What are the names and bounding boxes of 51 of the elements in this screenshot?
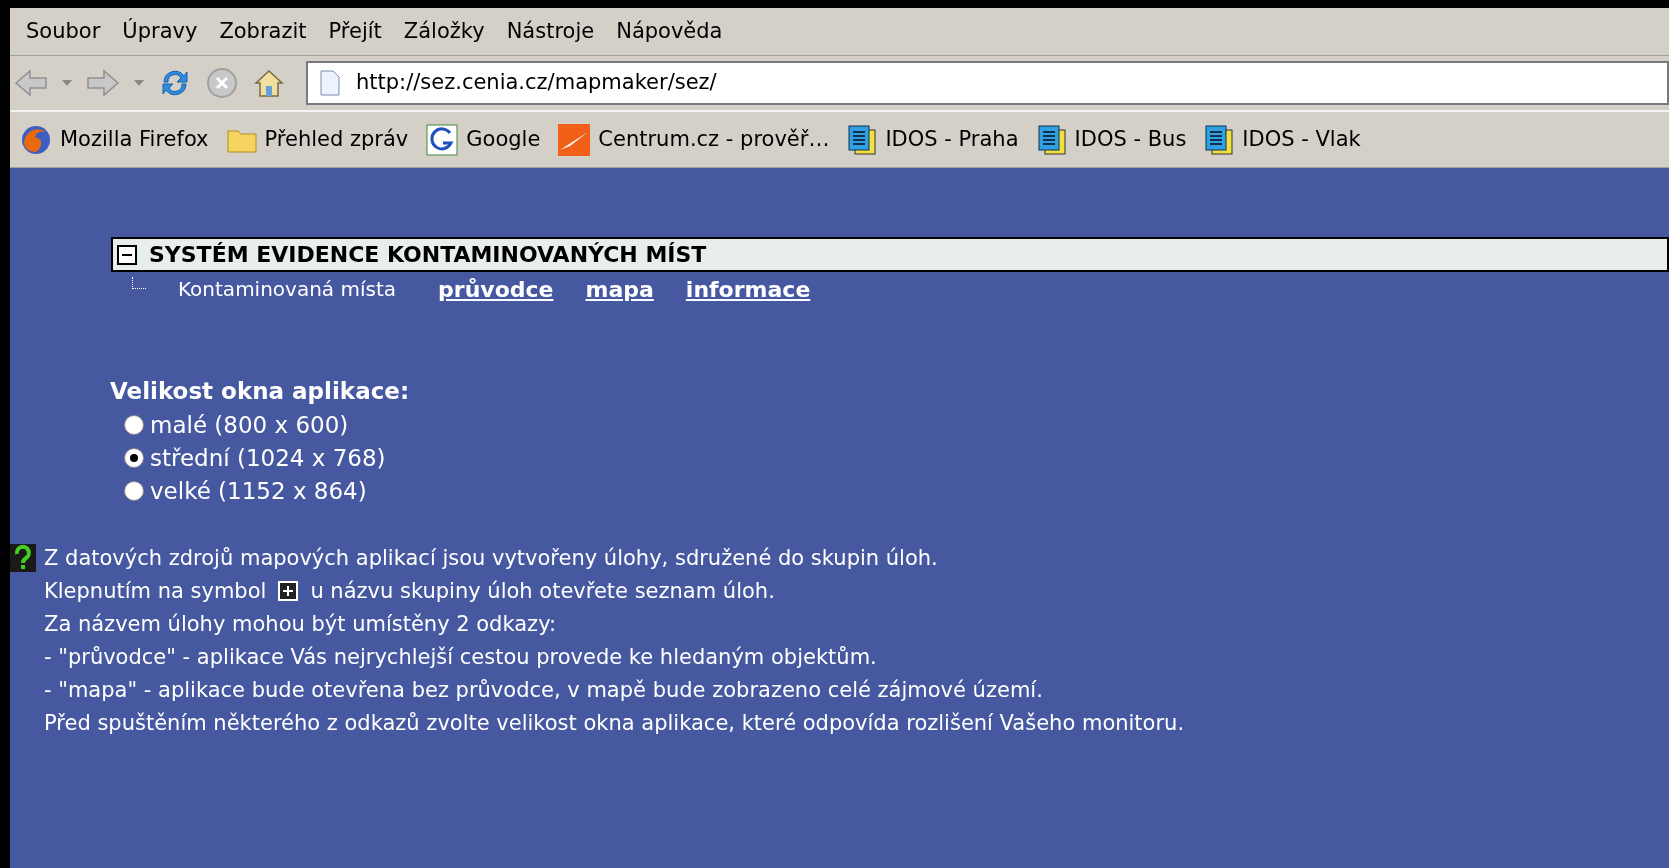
tree-title: SYSTÉM EVIDENCE KONTAMINOVANÝCH MÍST	[149, 241, 707, 269]
bookmark-link[interactable]: Centrum.cz - prověř…	[558, 123, 830, 156]
address-bar[interactable]: http://sez.cenia.cz/mapmaker/sez/	[306, 61, 1669, 105]
document-stack-icon	[847, 123, 878, 156]
menu-item[interactable]: Úpravy	[116, 15, 204, 48]
help-text: u názvu skupiny úloh otevřete seznam úloh.	[310, 577, 775, 605]
help-text: Z datových zdrojů mapových aplikací jsou vytvořeny úlohy, sdružené do skupin úloh.	[44, 544, 938, 572]
bookmark-link[interactable]: IDOS - Bus	[1036, 123, 1187, 156]
expand-plus-icon	[278, 581, 299, 601]
tree-item: Kontaminovaná místa	[178, 276, 397, 303]
radio-button[interactable]	[124, 481, 144, 501]
menu-item[interactable]: Přejít	[322, 15, 388, 48]
swoosh-icon	[558, 123, 591, 156]
link[interactable]: průvodce	[438, 272, 554, 306]
stop-icon[interactable]	[206, 67, 238, 99]
radio-label: střední (1024 x 768)	[150, 443, 386, 473]
help-text: - "mapa" - aplikace bude otevřena bez průvodce, v mapě bude zobrazeno celé zájmové území.	[44, 676, 1043, 704]
bookmark-link[interactable]: IDOS - Praha	[847, 123, 1019, 156]
menu-item[interactable]: Soubor	[20, 15, 107, 48]
help-text: Klepnutím na symbol	[44, 577, 267, 605]
help-text: - "průvodce" - aplikace Vás nejrychlejší cestou provede ke hledaným objektům.	[44, 643, 877, 671]
home-icon[interactable]	[252, 67, 286, 99]
globe-fox-icon	[20, 123, 52, 156]
help-icon[interactable]	[10, 543, 36, 572]
help-text: Před spuštěním některého z odkazů zvolte velikost okna aplikace, které odpovída rozlišení Vašeho monitoru.	[44, 709, 1185, 737]
document-stack-icon	[1204, 123, 1235, 156]
menu-item[interactable]: Nápověda	[610, 15, 729, 48]
menu-item[interactable]: Nástroje	[500, 15, 601, 48]
radio-label: malé (800 x 600)	[150, 410, 349, 440]
g-letter-icon	[426, 123, 459, 156]
radio-button[interactable]	[124, 415, 144, 435]
link[interactable]: mapa	[585, 272, 654, 306]
bookmark-link[interactable]: Přehled zpráv	[226, 123, 409, 156]
forward-icon[interactable]	[86, 68, 120, 98]
menu-item[interactable]: Záložky	[397, 15, 491, 48]
section-heading: Velikost okna aplikace:	[110, 377, 411, 406]
tree-connector	[132, 277, 146, 289]
radio-button[interactable]	[124, 448, 144, 468]
bookmark-link[interactable]: Mozilla Firefox	[20, 123, 209, 156]
bookmark-link[interactable]: IDOS - Vlak	[1204, 123, 1361, 156]
dropdown-caret-icon[interactable]	[62, 80, 72, 86]
link[interactable]: informace	[685, 272, 811, 306]
radio-label: velké (1152 x 864)	[150, 476, 367, 506]
bookmark-link[interactable]: Google	[426, 123, 541, 156]
page-icon	[320, 70, 340, 96]
menu-item[interactable]: Zobrazit	[213, 15, 313, 48]
collapse-toggle-icon[interactable]	[117, 244, 137, 265]
help-text: Za názvem úlohy mohou být umístěny 2 odkazy:	[44, 610, 557, 638]
back-icon[interactable]	[14, 68, 48, 98]
document-stack-icon	[1036, 123, 1067, 156]
dropdown-caret-icon[interactable]	[134, 80, 144, 86]
